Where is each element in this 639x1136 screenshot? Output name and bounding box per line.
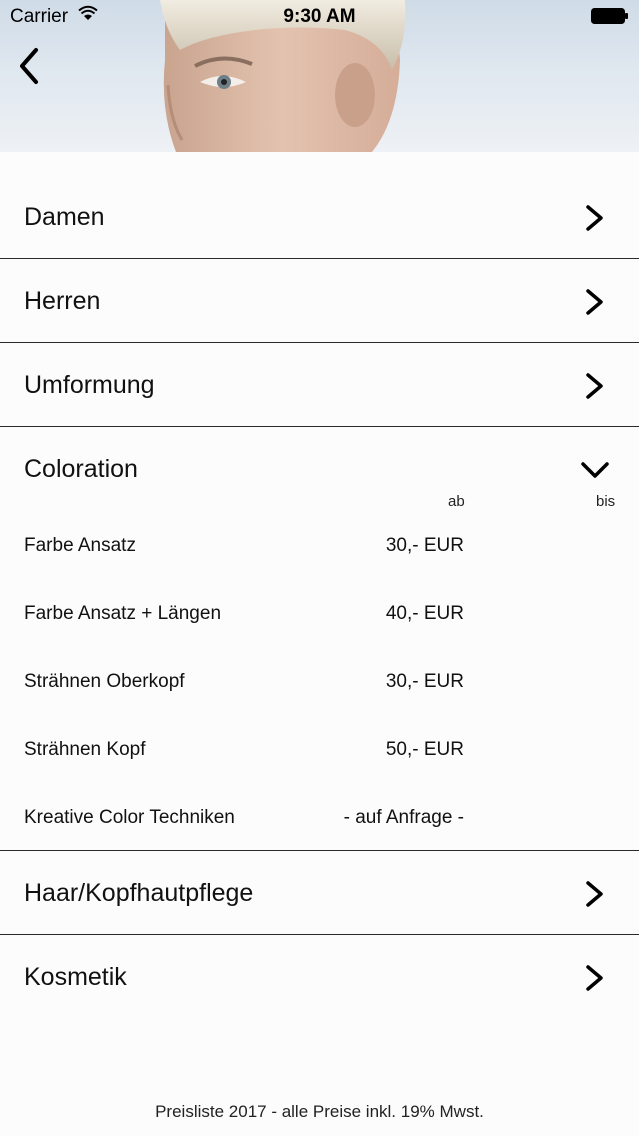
price-value: 40,- EUR [385, 603, 464, 624]
chevron-right-icon [586, 205, 603, 231]
chevron-down-icon [581, 462, 609, 478]
category-haar-kopfhautpflege[interactable]: Haar/Kopfhautpflege [0, 851, 639, 935]
chevron-right-icon [586, 965, 603, 991]
status-bar: Carrier 9:30 AM [0, 0, 639, 34]
price-value: 30,- EUR [385, 535, 464, 556]
category-damen[interactable]: Damen [0, 175, 639, 259]
category-label: Kosmetik [24, 963, 127, 991]
status-time: 9:30 AM [283, 6, 356, 27]
price-value: - auf Anfrage - [343, 807, 464, 828]
service-name: Strähnen Oberkopf [24, 671, 185, 692]
price-row: Farbe Ansatz + Längen 40,- EUR [0, 603, 639, 633]
category-kosmetik[interactable]: Kosmetik [0, 935, 639, 1019]
category-herren[interactable]: Herren [0, 259, 639, 343]
service-name: Kreative Color Techniken [24, 807, 235, 828]
back-button[interactable] [14, 46, 48, 86]
category-coloration[interactable]: Coloration ab bis Farbe Ansatz 30,- EUR … [0, 427, 639, 851]
price-row: Strähnen Oberkopf 30,- EUR [0, 671, 639, 701]
column-header-ab: ab [448, 493, 465, 510]
price-list-footer: Preisliste 2017 - alle Preise inkl. 19% … [155, 1102, 484, 1121]
price-row: Farbe Ansatz 30,- EUR [0, 535, 639, 565]
chevron-right-icon [586, 881, 603, 907]
service-name: Farbe Ansatz [24, 535, 136, 556]
category-label: Herren [24, 287, 101, 315]
service-name: Strähnen Kopf [24, 739, 146, 760]
category-umformung[interactable]: Umformung [0, 343, 639, 427]
category-label: Damen [24, 203, 105, 231]
battery-icon [591, 8, 629, 30]
service-name: Farbe Ansatz + Längen [24, 603, 222, 624]
column-header-bis: bis [596, 493, 616, 510]
chevron-right-icon [586, 373, 603, 399]
price-row: Kreative Color Techniken - auf Anfrage - [0, 807, 639, 837]
chevron-right-icon [586, 289, 603, 315]
category-label: Coloration [24, 455, 138, 483]
price-value: 50,- EUR [385, 739, 464, 760]
category-label: Haar/Kopfhautpflege [24, 879, 254, 907]
price-value: 30,- EUR [385, 671, 464, 692]
price-row: Strähnen Kopf 50,- EUR [0, 739, 639, 769]
category-list: Damen Herren Umformung Coloration ab bis… [0, 175, 639, 1019]
chevron-left-icon [20, 48, 38, 84]
category-label: Umformung [24, 371, 155, 399]
